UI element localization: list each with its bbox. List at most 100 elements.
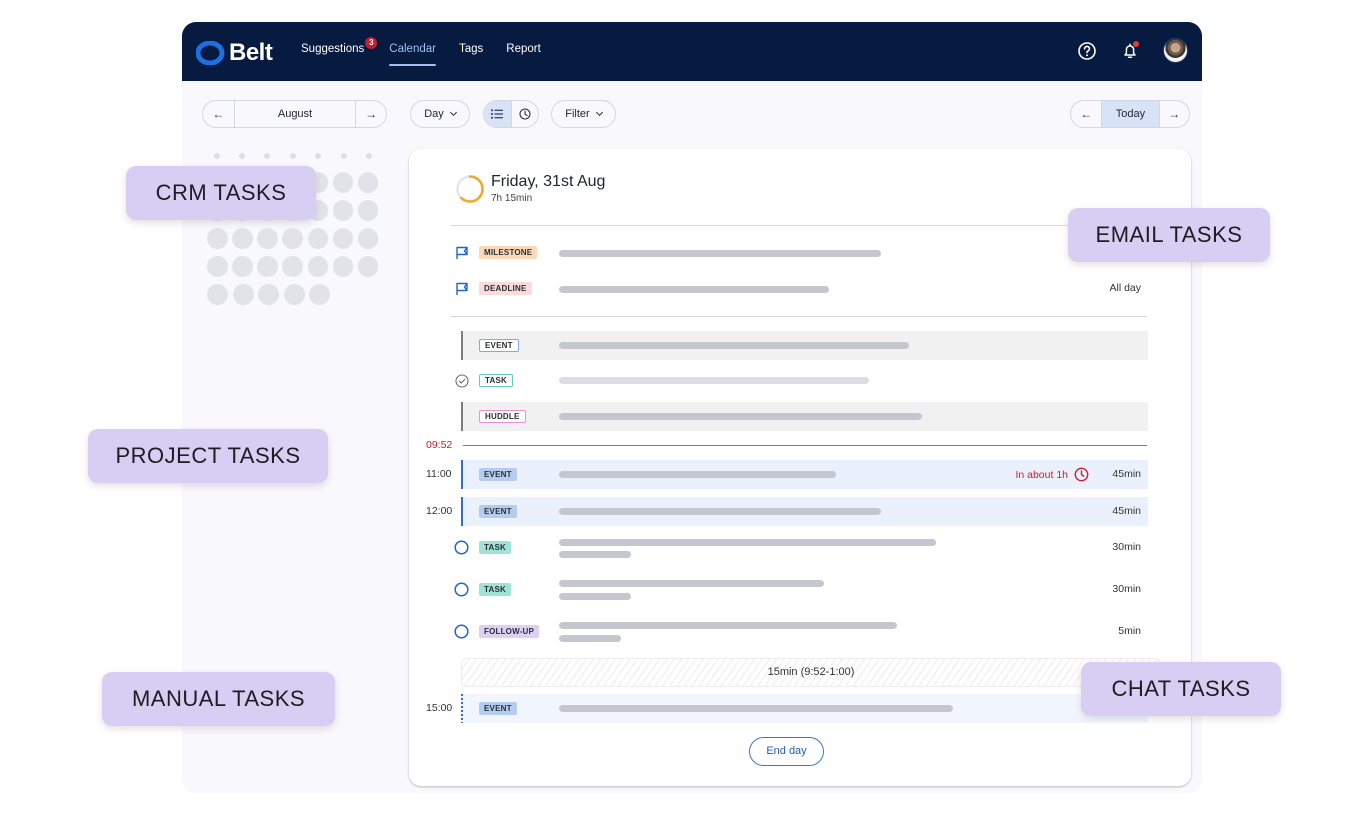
mini-calendar-day[interactable] — [332, 256, 354, 277]
weekday-dot — [340, 153, 347, 159]
nav-suggestions[interactable]: Suggestions 3 — [301, 37, 378, 55]
end-day-button[interactable]: End day — [749, 737, 824, 766]
day-progress-ring — [456, 174, 484, 203]
tag-event: EVENT — [479, 468, 517, 481]
duration: 30min — [1112, 583, 1141, 595]
upcoming-event-row[interactable]: 12:00 EVENT 45min — [409, 497, 1191, 526]
subtitle-placeholder — [559, 551, 631, 558]
belt-logo[interactable]: Belt — [195, 39, 273, 67]
list-icon — [491, 109, 504, 119]
day-navigator: ← Today → — [1070, 100, 1190, 128]
mini-calendar-day[interactable] — [257, 228, 278, 249]
duration: 30min — [1112, 541, 1141, 553]
view-select[interactable]: Day — [410, 100, 470, 128]
callout-manual-tasks: MANUAL TASKS — [102, 672, 335, 726]
task-checkbox-icon[interactable] — [454, 624, 469, 639]
past-huddle-row[interactable]: HUDDLE — [409, 402, 1191, 431]
tag-task: TASK — [479, 583, 511, 596]
notification-dot — [1133, 40, 1139, 47]
logo-mark-icon — [195, 40, 226, 66]
past-event-row[interactable]: EVENT — [409, 331, 1191, 360]
mini-calendar-day[interactable] — [207, 284, 228, 305]
later-event-row[interactable]: 15:00 EVENT — [409, 694, 1191, 723]
task-checkbox-icon[interactable] — [454, 540, 469, 555]
app-window: Belt Suggestions 3 Calendar Tags Report … — [182, 22, 1202, 793]
event-bar — [461, 460, 463, 489]
event-bar-dotted — [461, 694, 463, 723]
avatar[interactable] — [1163, 38, 1188, 63]
nav-calendar[interactable]: Calendar — [389, 43, 436, 66]
mini-calendar-day[interactable] — [258, 284, 280, 305]
upcoming-event-row[interactable]: 11:00 EVENT In about 1h 45min — [409, 460, 1191, 489]
title-placeholder — [559, 250, 881, 257]
mini-calendar-day[interactable] — [332, 200, 354, 221]
nav-tags[interactable]: Tags — [459, 43, 483, 55]
task-row[interactable]: TASK 30min — [409, 533, 1191, 562]
mini-calendar-day[interactable] — [232, 228, 253, 249]
task-row[interactable]: TASK 30min — [409, 575, 1191, 604]
prev-day-button[interactable]: ← — [1071, 101, 1101, 127]
help-icon[interactable] — [1077, 41, 1097, 61]
nav-report[interactable]: Report — [506, 43, 541, 55]
arrow-right-icon: → — [365, 107, 378, 121]
list-view-button[interactable] — [484, 101, 511, 127]
bell-icon[interactable] — [1120, 40, 1140, 61]
title-placeholder — [559, 508, 881, 515]
tag-milestone: MILESTONE — [479, 246, 538, 259]
title-placeholder — [559, 705, 953, 712]
mini-calendar-day[interactable] — [332, 228, 354, 249]
duration: 45min — [1112, 505, 1141, 517]
timeline-view-button[interactable] — [510, 101, 538, 127]
title-placeholder — [559, 413, 922, 420]
next-month-button[interactable]: → — [355, 101, 386, 127]
prev-month-button[interactable]: ← — [203, 101, 234, 127]
nav-suggestions-label: Suggestions — [301, 43, 365, 55]
view-mode-toggle — [483, 100, 539, 128]
month-label[interactable]: August — [233, 101, 356, 127]
mini-calendar-day[interactable] — [207, 228, 228, 249]
mini-calendar-day[interactable] — [282, 228, 303, 249]
tag-event: EVENT — [479, 339, 519, 352]
filter-button[interactable]: Filter — [551, 100, 616, 128]
day-total-duration: 7h 15min — [491, 193, 533, 204]
check-done-icon[interactable] — [454, 373, 469, 388]
mini-calendar-day[interactable] — [257, 256, 278, 277]
subtitle-placeholder — [559, 635, 621, 642]
mini-calendar-day[interactable] — [282, 256, 303, 277]
mini-calendar-day[interactable] — [283, 284, 305, 305]
mini-calendar-day[interactable] — [307, 228, 329, 249]
weekday-dot — [365, 153, 372, 159]
mini-calendar-day[interactable] — [207, 256, 228, 277]
followup-row[interactable]: FOLLOW-UP 5min — [409, 617, 1191, 646]
task-checkbox-icon[interactable] — [454, 582, 469, 597]
allday-item-deadline[interactable]: DEADLINE All day — [409, 274, 1191, 303]
next-day-button[interactable]: → — [1158, 101, 1189, 127]
today-button[interactable]: Today — [1101, 101, 1159, 127]
title-placeholder — [559, 580, 824, 587]
callout-chat-tasks: CHAT TASKS — [1081, 662, 1281, 716]
mini-calendar-day[interactable] — [357, 228, 379, 249]
clock-icon — [519, 108, 531, 120]
tag-event: EVENT — [479, 702, 517, 715]
duration: All day — [1109, 282, 1141, 294]
flag-icon — [454, 245, 469, 260]
mini-calendar-day[interactable] — [357, 256, 379, 277]
current-time-line — [463, 445, 1147, 446]
mini-calendar-week — [207, 228, 383, 249]
mini-calendar-day[interactable] — [357, 200, 379, 221]
mini-calendar-day[interactable] — [357, 172, 379, 193]
mini-calendar-day[interactable] — [309, 284, 331, 305]
past-task-row[interactable]: TASK — [409, 366, 1191, 395]
mini-calendar-day[interactable] — [232, 256, 253, 277]
mini-calendar-day[interactable] — [307, 256, 329, 277]
duration: 45min — [1112, 468, 1141, 480]
mini-calendar-day[interactable] — [332, 172, 354, 193]
divider — [451, 225, 1147, 226]
tag-follow-up: FOLLOW-UP — [479, 625, 540, 638]
start-time: 11:00 — [426, 468, 452, 480]
duration: 5min — [1118, 625, 1141, 637]
divider — [451, 316, 1147, 317]
free-time-slot[interactable]: 15min (9:52-1:00) — [461, 658, 1161, 687]
month-navigator: ← August → — [202, 100, 387, 128]
mini-calendar-day[interactable] — [232, 284, 254, 305]
